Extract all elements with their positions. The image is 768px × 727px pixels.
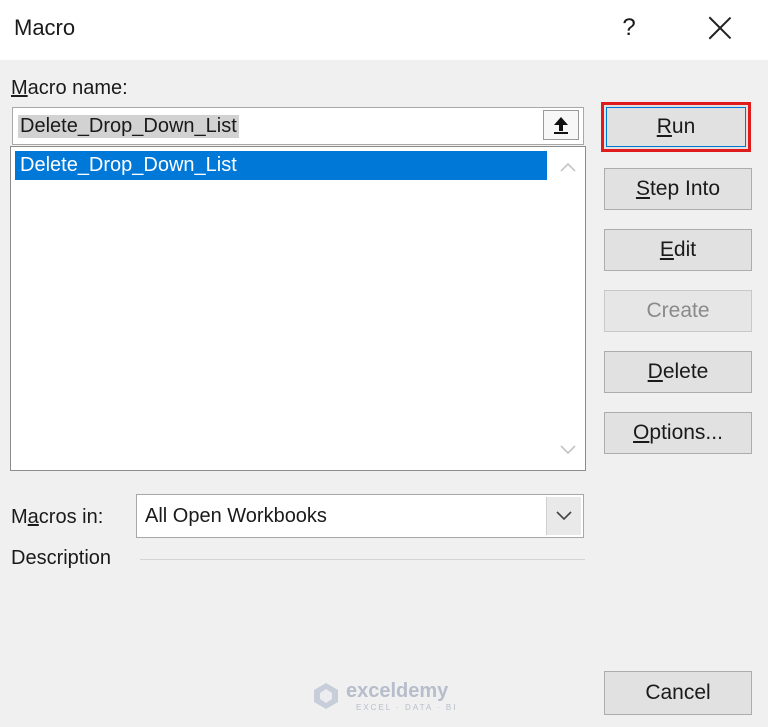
title-bar: Macro ?: [0, 0, 768, 60]
cancel-button[interactable]: Cancel: [604, 671, 752, 715]
chevron-up-icon[interactable]: [560, 162, 576, 172]
delete-button[interactable]: Delete: [604, 351, 752, 393]
close-icon[interactable]: [702, 10, 738, 46]
scrollbar[interactable]: [552, 148, 584, 469]
help-icon[interactable]: ?: [612, 10, 646, 46]
edit-button[interactable]: Edit: [604, 229, 752, 271]
options-button[interactable]: Options...: [604, 412, 752, 454]
upload-arrow-icon[interactable]: [543, 110, 579, 140]
dropdown-button[interactable]: [546, 497, 581, 535]
create-button: Create: [604, 290, 752, 332]
macro-list[interactable]: Delete_Drop_Down_List: [10, 146, 586, 471]
chevron-down-icon: [556, 511, 572, 521]
step-into-button[interactable]: Step Into: [604, 168, 752, 210]
run-button[interactable]: Run: [601, 102, 751, 152]
watermark: exceldemy EXCEL · DATA · BI: [312, 680, 462, 714]
exceldemy-logo-icon: [314, 683, 338, 709]
watermark-name: exceldemy: [346, 680, 449, 702]
macro-name-input[interactable]: Delete_Drop_Down_List: [12, 107, 584, 145]
description-label: Description: [11, 547, 112, 569]
macros-in-select[interactable]: All Open Workbooks: [136, 494, 584, 538]
chevron-down-icon[interactable]: [560, 445, 576, 455]
macro-name-value: Delete_Drop_Down_List: [18, 115, 239, 138]
macros-in-label: Macros in:: [11, 506, 104, 528]
macro-name-label: Macro name:: [11, 77, 128, 99]
window-title: Macro: [14, 15, 76, 40]
description-divider: [140, 559, 585, 560]
watermark-tagline: EXCEL · DATA · BI: [356, 703, 458, 712]
macros-in-value: All Open Workbooks: [145, 505, 327, 527]
list-item[interactable]: Delete_Drop_Down_List: [15, 151, 547, 180]
